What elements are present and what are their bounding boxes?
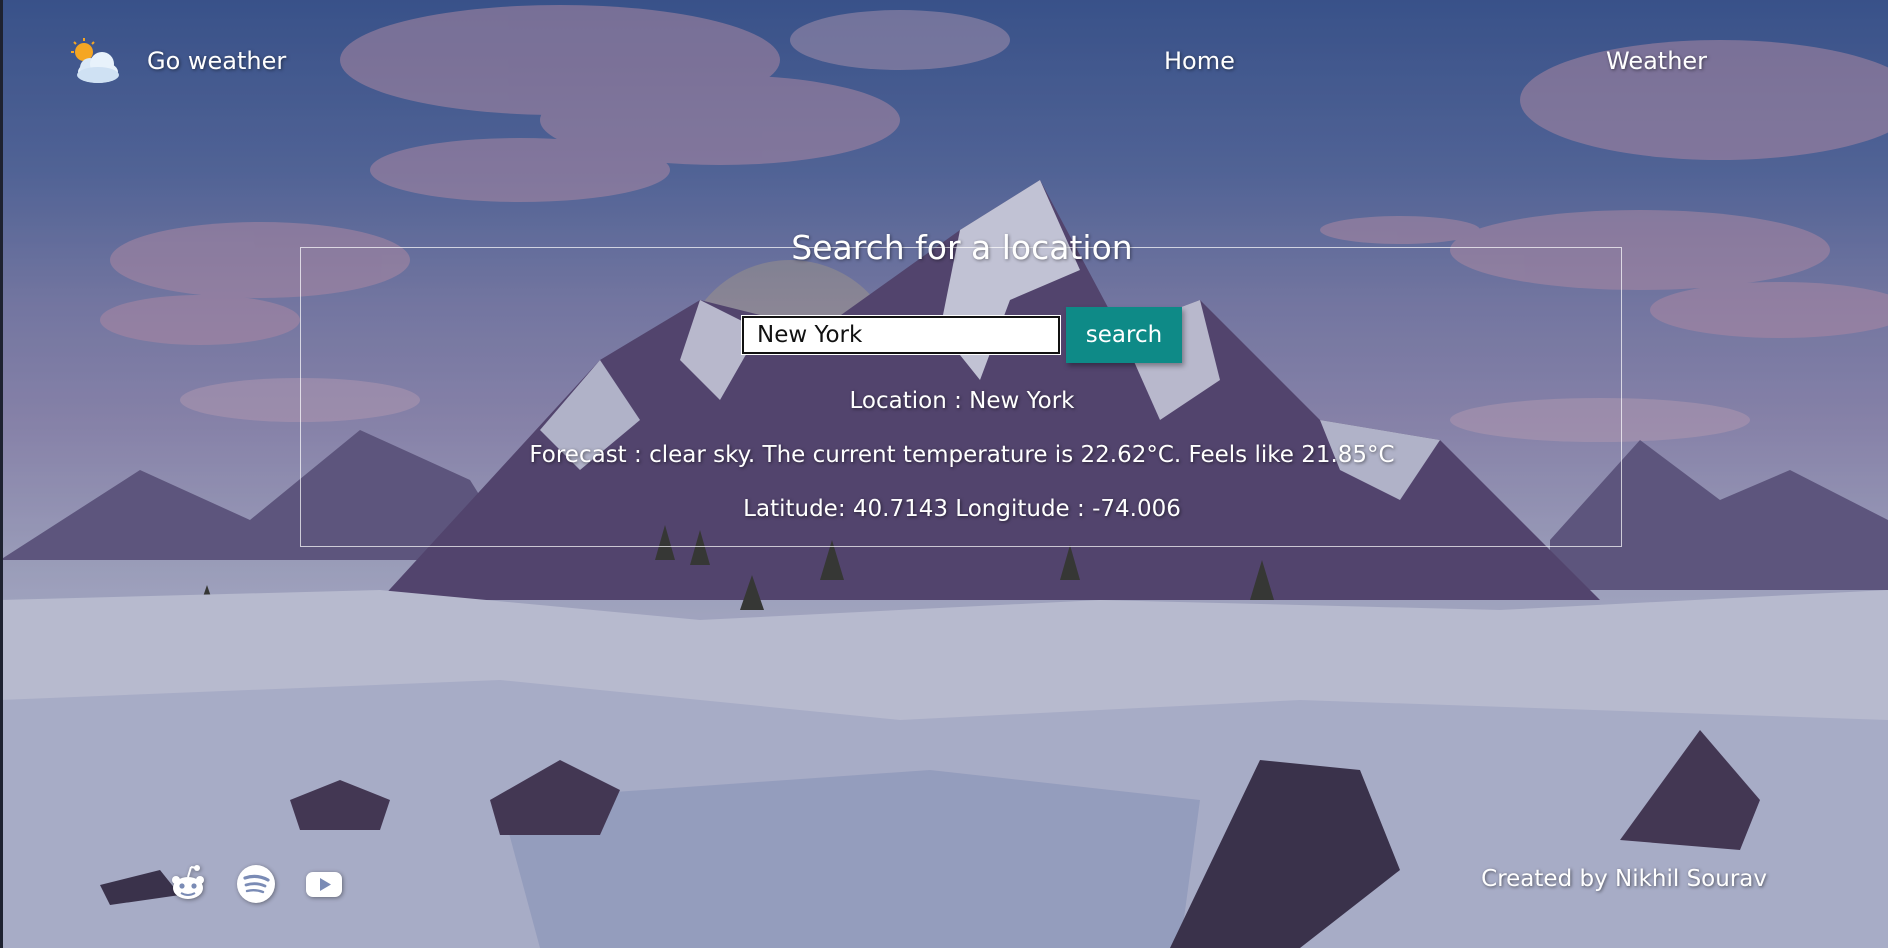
location-search-input[interactable] <box>741 315 1061 355</box>
window-edge <box>0 0 3 948</box>
search-panel: Search for a location search Location : … <box>300 228 1623 547</box>
spotify-icon[interactable] <box>236 864 276 904</box>
search-button[interactable]: search <box>1066 307 1182 363</box>
location-result: Location : New York <box>849 388 1075 414</box>
youtube-icon[interactable] <box>304 864 344 904</box>
partly-cloudy-icon <box>68 38 120 84</box>
search-form: search <box>301 307 1623 363</box>
nav-link-weather[interactable]: Weather <box>1606 47 1707 75</box>
brand-label: Go weather <box>147 47 287 75</box>
footer-credit: Created by Nikhil Sourav <box>1481 866 1767 892</box>
social-links <box>168 864 372 904</box>
brand[interactable]: Go weather <box>68 38 286 84</box>
nav-link-home[interactable]: Home <box>1164 47 1235 75</box>
navbar: Go weather Home Weather <box>0 0 1888 125</box>
page: Go weather Home Weather Search for a loc… <box>0 0 1888 948</box>
forecast-result: Forecast : clear sky. The current temper… <box>529 442 1395 468</box>
reddit-icon[interactable] <box>168 864 208 904</box>
coordinates-result: Latitude: 40.7143 Longitude : -74.006 <box>743 496 1181 522</box>
